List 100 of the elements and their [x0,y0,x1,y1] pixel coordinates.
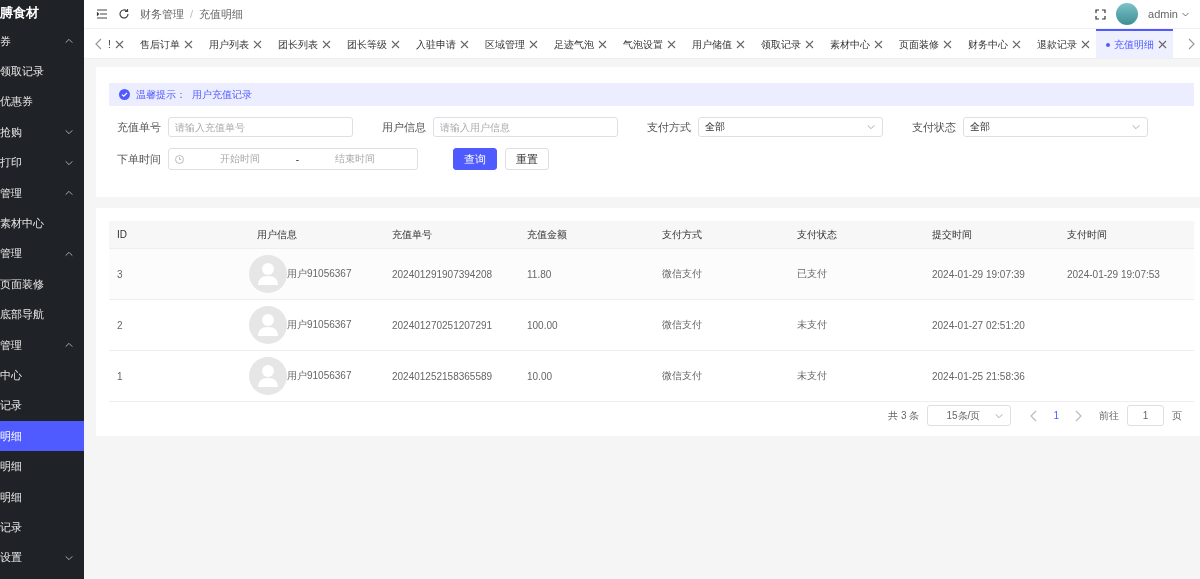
search-button[interactable]: 查询 [453,148,497,170]
sidebar-item[interactable]: 优惠券 [0,86,84,118]
sidebar-item[interactable]: 领取记录 [0,56,84,87]
total-count: 共 3 条 [888,408,920,423]
tab[interactable]: 退款记录 [1026,29,1096,58]
close-icon[interactable] [873,40,883,49]
close-icon[interactable] [252,40,262,49]
sidebar-item[interactable]: 明细 [0,481,84,513]
table-cell: 2024-01-27 02:51:20 [924,300,1059,351]
breadcrumb-item[interactable]: 充值明细 [199,6,244,22]
table-cell: 1 [109,351,249,402]
scroll-right-icon[interactable] [1186,37,1196,50]
select-field[interactable]: 全部 [963,117,1148,137]
close-icon[interactable] [183,40,193,49]
sidebar-item[interactable]: 管理 [0,329,84,361]
tab[interactable]: 入驻申请 [405,29,475,58]
sidebar-title: 膊食材 [0,4,40,22]
tab[interactable]: ! [106,29,130,58]
fullscreen-icon[interactable] [1095,8,1107,20]
sidebar-item[interactable]: 中心 [0,360,84,391]
sidebar-item[interactable]: 素材中心 [0,208,84,239]
avatar[interactable] [1116,3,1139,25]
input-field[interactable]: 请输入充值单号 [168,117,353,137]
refresh-icon[interactable] [118,8,130,20]
reset-button[interactable]: 重置 [505,148,549,170]
column-header: ID [109,221,249,249]
sidebar-item[interactable]: 券 [0,26,84,57]
close-icon[interactable] [1157,40,1167,49]
filter-label: 充值单号 [116,119,162,135]
tab[interactable]: 区域管理 [474,29,544,58]
sidebar-item[interactable]: 记录 [0,512,84,543]
close-icon[interactable] [735,40,745,49]
sidebar-item[interactable]: 明细 [0,451,84,482]
tab[interactable]: 领取记录 [750,29,820,58]
close-icon[interactable] [942,40,952,49]
column-header: 充值单号 [384,221,519,249]
goto-label: 前往 [1099,408,1119,423]
tab[interactable]: 气泡设置 [612,29,682,58]
user-name: 用户91056367 [287,318,352,332]
table-cell: 未支付 [789,351,924,402]
table-cell: 10.00 [519,351,654,402]
sidebar-item[interactable]: 设置 [0,542,84,574]
sidebar-item[interactable]: 打印 [0,147,84,178]
avatar-placeholder-icon [249,357,287,395]
table-cell: 2024-01-25 21:58:36 [924,351,1059,402]
sidebar-item[interactable]: 管理 [0,238,84,270]
sidebar-item[interactable]: 记录 [0,390,84,422]
user-name: 用户91056367 [287,267,352,281]
page-number[interactable]: 1 [1047,410,1065,421]
tab[interactable]: 用户列表 [198,29,268,58]
input-field[interactable]: 请输入用户信息 [433,117,618,137]
sidebar-item[interactable]: 明细 [0,421,84,452]
close-icon[interactable] [321,40,331,49]
close-icon[interactable] [666,40,676,49]
table-cell: 微信支付 [654,300,789,351]
tab[interactable]: 售后订单 [129,29,199,58]
column-header: 支付状态 [789,221,924,249]
tab[interactable]: 页面装修 [888,29,958,58]
sidebar-item[interactable]: 管理 [0,177,84,209]
close-icon[interactable] [597,40,607,49]
check-circle-icon [119,89,130,100]
close-icon[interactable] [1011,40,1021,49]
close-icon[interactable] [114,40,124,49]
chevron-icon [866,122,876,132]
page-size-select[interactable]: 15条/页 [927,405,1012,426]
close-icon[interactable] [459,40,469,49]
select-field[interactable]: 全部 [698,117,883,137]
clock-icon [175,154,184,164]
column-header: 充值金额 [519,221,654,249]
table-cell: 100.00 [519,300,654,351]
tab[interactable]: 用户储值 [681,29,751,58]
breadcrumb-item[interactable]: 财务管理 [140,6,184,22]
filter-label: 支付状态 [911,119,957,135]
table-cell: 2 [109,300,249,351]
user-menu[interactable]: admin [1148,8,1190,20]
menu-icon[interactable] [96,8,108,20]
close-icon[interactable] [528,40,538,49]
table-cell: 202401270251207291 [384,300,519,351]
date-range-field[interactable]: 开始时间 - 结束时间 [168,148,418,170]
tab[interactable]: 财务中心 [957,29,1027,58]
tab[interactable]: 团长等级 [336,29,406,58]
tab[interactable]: 团长列表 [267,29,337,58]
tab[interactable]: 素材中心 [819,29,889,58]
scroll-left-icon[interactable] [94,37,104,50]
sidebar-item[interactable]: 抢购 [0,117,84,148]
filter-label: 用户信息 [381,119,427,135]
close-icon[interactable] [804,40,814,49]
sidebar-item[interactable]: 页面装修 [0,269,84,300]
filter-label: 支付方式 [646,119,692,135]
notice-label: 温馨提示： [136,87,186,102]
sidebar-item[interactable]: 底部导航 [0,299,84,330]
column-header: 支付方式 [654,221,789,249]
tab[interactable]: 足迹气泡 [543,29,613,58]
tab[interactable]: 充值明细 [1095,29,1173,58]
notice-text: 用户充值记录 [192,87,252,102]
page-input[interactable]: 1 [1127,405,1164,426]
column-header: 用户信息 [249,221,384,249]
close-icon[interactable] [390,40,400,49]
chevron-icon [1131,122,1141,132]
close-icon[interactable] [1080,40,1090,49]
